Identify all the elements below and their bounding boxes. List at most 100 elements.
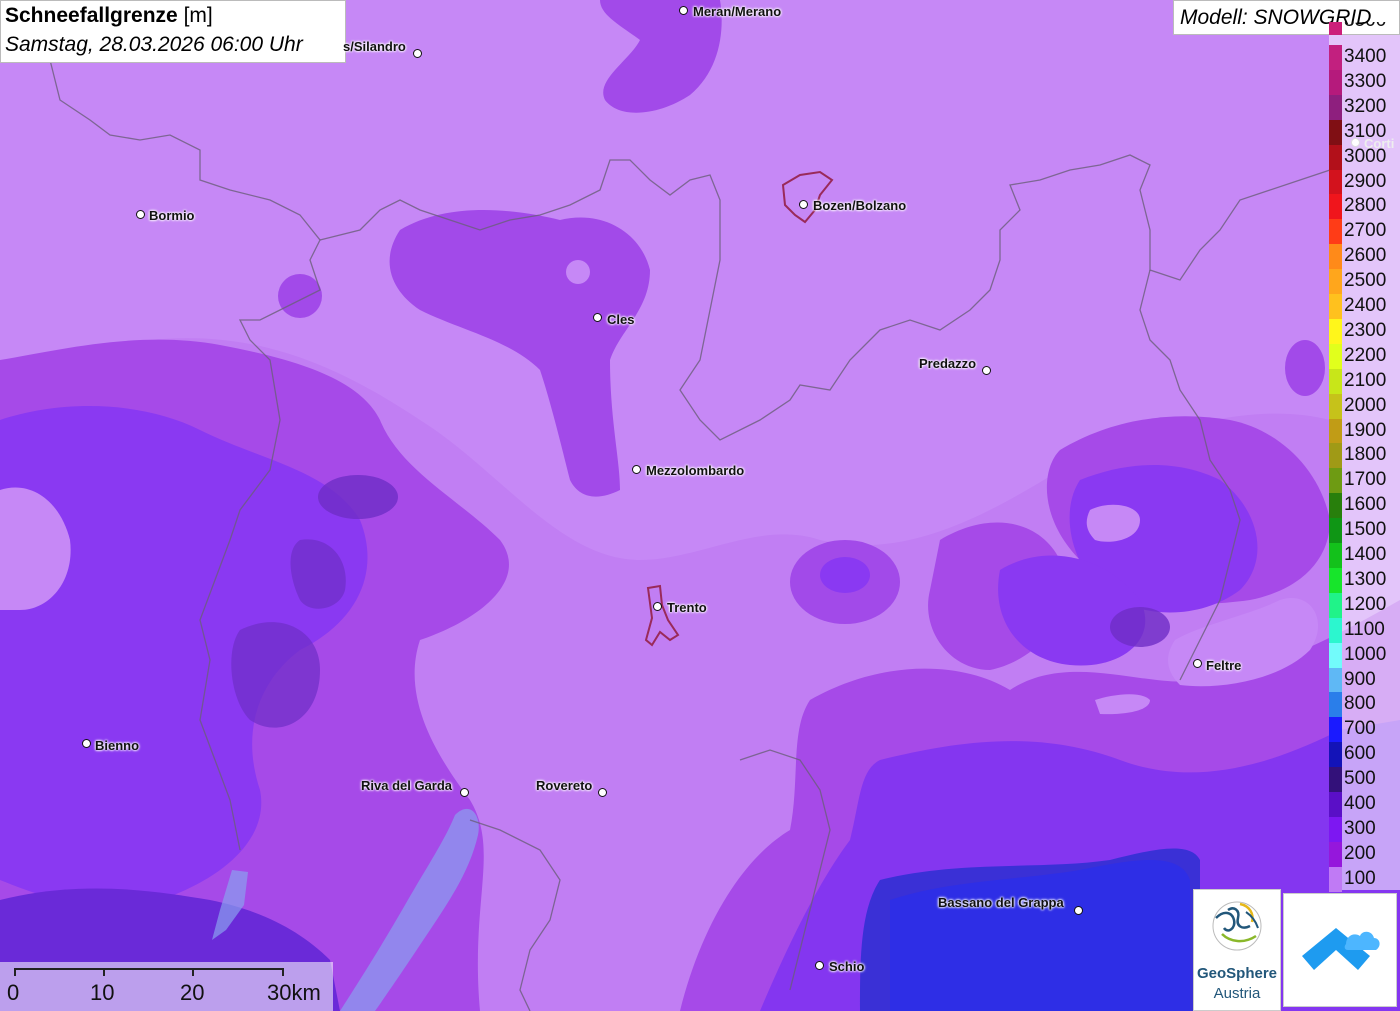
legend-label: 2300 bbox=[1344, 319, 1387, 341]
city-marker-cles[interactable] bbox=[593, 313, 602, 322]
legend-label: 2800 bbox=[1344, 195, 1387, 217]
city-marker-bormio[interactable] bbox=[136, 210, 145, 219]
legend-row-1700: 1700 bbox=[1329, 468, 1400, 494]
city-marker-s-silandro[interactable] bbox=[413, 49, 422, 58]
legend-label: 3400 bbox=[1344, 46, 1387, 67]
legend-row-1800: 1800 bbox=[1329, 443, 1400, 469]
city-label-schio[interactable]: Schio bbox=[829, 959, 864, 974]
city-label-riva-del-garda[interactable]: Riva del Garda bbox=[361, 778, 452, 793]
legend-row-400: 400 bbox=[1329, 792, 1400, 817]
legend-swatch bbox=[1329, 443, 1342, 469]
legend-swatch bbox=[1329, 767, 1342, 793]
legend-row-2600: 2600 bbox=[1329, 244, 1400, 270]
city-label-bassano-del-grappa[interactable]: Bassano del Grappa bbox=[938, 895, 1064, 910]
app-logo[interactable] bbox=[1283, 893, 1397, 1007]
city-marker-schio[interactable] bbox=[815, 961, 824, 970]
legend-label: 3200 bbox=[1344, 95, 1387, 117]
legend-swatch bbox=[1329, 543, 1342, 568]
city-label-bozen-bolzano[interactable]: Bozen/Bolzano bbox=[813, 198, 906, 213]
legend-label: 1100 bbox=[1344, 618, 1385, 640]
legend-swatch bbox=[1329, 518, 1342, 544]
legend-label: 1900 bbox=[1344, 419, 1387, 441]
legend-label: 1500 bbox=[1344, 519, 1387, 541]
legend-label: 1000 bbox=[1344, 643, 1387, 665]
legend-label: 200 bbox=[1344, 842, 1376, 864]
scale-label-10: 10 bbox=[90, 980, 115, 1005]
color-legend: 3500 34003300320031003000290028002700260… bbox=[1329, 22, 1400, 892]
city-label-predazzo[interactable]: Predazzo bbox=[919, 356, 976, 371]
city-marker-trento[interactable] bbox=[653, 602, 662, 611]
legend-row-2800: 2800 bbox=[1329, 194, 1400, 220]
legend-label: 1400 bbox=[1344, 544, 1387, 565]
legend-label: 1800 bbox=[1344, 444, 1387, 466]
legend-row-1300: 1300 bbox=[1329, 567, 1400, 593]
legend-row-3200: 3200 bbox=[1329, 94, 1400, 120]
legend-row-3400: 3400 bbox=[1329, 45, 1400, 70]
scale-label-20: 20 bbox=[180, 980, 205, 1005]
legend-swatch bbox=[1329, 22, 1342, 35]
legend-swatch bbox=[1329, 244, 1342, 270]
city-label-mezzolombardo[interactable]: Mezzolombardo bbox=[646, 463, 744, 478]
city-marker-feltre[interactable] bbox=[1193, 659, 1202, 668]
city-marker-riva-del-garda[interactable] bbox=[460, 788, 469, 797]
city-marker-bassano-del-grappa[interactable] bbox=[1074, 906, 1083, 915]
legend-swatch bbox=[1329, 567, 1342, 593]
legend-label: 100 bbox=[1344, 867, 1376, 889]
map-title: Schneefallgrenze [m] bbox=[5, 4, 213, 27]
legend-label: 800 bbox=[1344, 693, 1376, 715]
city-marker-bienno[interactable] bbox=[82, 739, 91, 748]
legend-row-1400: 1400 bbox=[1329, 543, 1400, 568]
legend-label: 3300 bbox=[1344, 70, 1387, 92]
city-marker-meran-merano[interactable] bbox=[679, 6, 688, 15]
scale-label-0: 0 bbox=[7, 980, 20, 1005]
legend-row-500: 500 bbox=[1329, 767, 1400, 793]
legend-swatch bbox=[1329, 667, 1342, 693]
legend-swatch bbox=[1329, 343, 1342, 369]
city-label-rovereto[interactable]: Rovereto bbox=[536, 778, 592, 793]
legend-swatch bbox=[1329, 418, 1342, 444]
geosphere-logo[interactable]: GeoSphere Austria bbox=[1193, 889, 1281, 1011]
legend-row-900: 900 bbox=[1329, 667, 1400, 693]
legend-row-2900: 2900 bbox=[1329, 169, 1400, 195]
legend-label: 2400 bbox=[1344, 295, 1387, 316]
geosphere-logo-line2: Austria bbox=[1213, 985, 1261, 1002]
scale-tick bbox=[192, 968, 194, 976]
legend-label: 300 bbox=[1344, 817, 1376, 839]
legend-row-1600: 1600 bbox=[1329, 493, 1400, 519]
city-label-feltre[interactable]: Feltre bbox=[1206, 658, 1241, 673]
legend-swatch bbox=[1329, 219, 1342, 245]
legend-label: 2000 bbox=[1344, 394, 1387, 416]
city-label-bormio[interactable]: Bormio bbox=[149, 208, 195, 223]
geosphere-logo-line1: GeoSphere bbox=[1196, 965, 1278, 982]
legend-swatch bbox=[1329, 69, 1342, 95]
city-label-trento[interactable]: Trento bbox=[667, 600, 707, 615]
city-marker-corti[interactable] bbox=[1351, 138, 1360, 147]
city-marker-bozen-bolzano[interactable] bbox=[799, 200, 808, 209]
legend-label: 1700 bbox=[1344, 469, 1387, 491]
legend-row-1900: 1900 bbox=[1329, 418, 1400, 444]
legend-label: 900 bbox=[1344, 668, 1376, 690]
city-marker-predazzo[interactable] bbox=[982, 366, 991, 375]
city-label-s-silandro[interactable]: s/Silandro bbox=[343, 39, 406, 54]
legend-row-1000: 1000 bbox=[1329, 642, 1400, 668]
legend-row-2200: 2200 bbox=[1329, 343, 1400, 369]
legend-swatch bbox=[1329, 742, 1342, 768]
city-label-corti[interactable]: Corti bbox=[1364, 136, 1394, 151]
city-label-meran-merano[interactable]: Meran/Merano bbox=[693, 4, 781, 19]
city-label-cles[interactable]: Cles bbox=[607, 312, 634, 327]
city-label-bienno[interactable]: Bienno bbox=[95, 738, 139, 753]
legend-row-top: 3500 bbox=[1329, 22, 1400, 35]
snowfall-limit-map[interactable] bbox=[0, 0, 1400, 1011]
legend-swatch bbox=[1329, 642, 1342, 668]
legend-swatch bbox=[1329, 592, 1342, 618]
legend-label: 500 bbox=[1344, 768, 1376, 790]
legend-row-2000: 2000 bbox=[1329, 393, 1400, 419]
legend-label: 1300 bbox=[1344, 568, 1387, 590]
legend-swatch bbox=[1329, 294, 1342, 319]
legend-swatch bbox=[1329, 169, 1342, 195]
legend-row-800: 800 bbox=[1329, 692, 1400, 718]
city-marker-rovereto[interactable] bbox=[598, 788, 607, 797]
city-marker-mezzolombardo[interactable] bbox=[632, 465, 641, 474]
legend-label: 2700 bbox=[1344, 220, 1387, 242]
legend-row-2100: 2100 bbox=[1329, 368, 1400, 394]
